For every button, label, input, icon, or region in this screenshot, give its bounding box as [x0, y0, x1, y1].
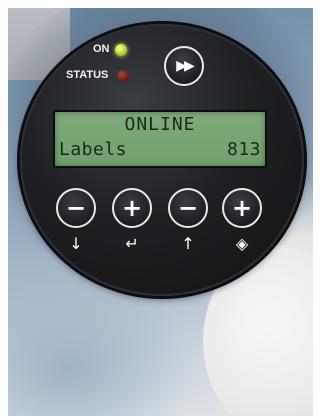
arrow-down-icon: ↓ [69, 234, 83, 253]
enter-arrow-icon: ↵ [125, 234, 139, 253]
fast-forward-button[interactable]: ▶▶ [164, 46, 204, 86]
display-status-text: ONLINE [124, 114, 196, 135]
status-label: STATUS [66, 69, 109, 81]
plus-feed-button[interactable]: + [222, 188, 262, 228]
minus-icon: − [65, 194, 87, 222]
on-label: ON [93, 43, 110, 55]
plus-enter-button[interactable]: + [112, 188, 152, 228]
minus-up-button[interactable]: − [168, 188, 208, 228]
minus-down-button[interactable]: − [56, 188, 96, 228]
plus-icon: + [231, 194, 253, 222]
display-counter-label: Labels [59, 139, 128, 160]
minus-icon: − [177, 194, 199, 222]
on-led-icon [115, 44, 127, 56]
status-led-icon [117, 70, 129, 82]
display-counter-value: 813 [226, 139, 261, 160]
control-panel-dial: ON STATUS ▶▶ ONLINE Labels 813 − + − + ↓… [20, 24, 304, 296]
fast-forward-icon: ▶▶ [176, 58, 194, 74]
feed-diamond-icon: ◈ [235, 234, 249, 253]
lcd-display: ONLINE Labels 813 [53, 110, 267, 168]
plus-icon: + [121, 194, 143, 222]
arrow-up-icon: ↑ [181, 234, 195, 253]
